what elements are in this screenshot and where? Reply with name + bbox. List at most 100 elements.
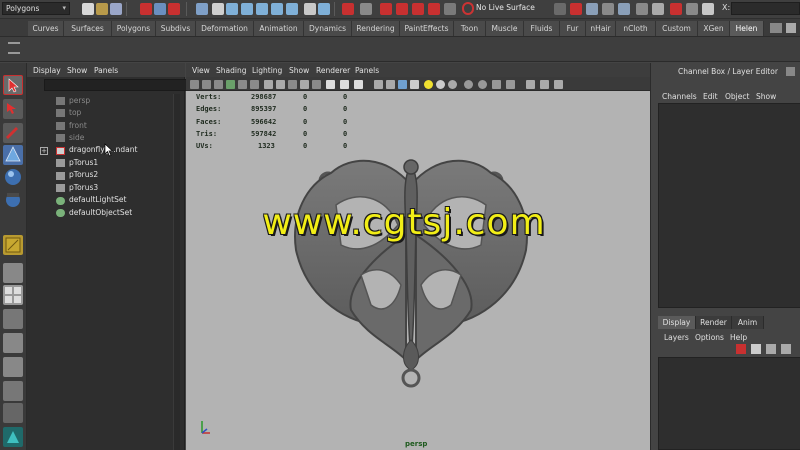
viewport-menu-panels[interactable]: Panels xyxy=(355,66,379,75)
shelf-tab[interactable]: Polygons xyxy=(112,21,156,36)
outliner-search-input[interactable] xyxy=(44,79,207,91)
outliner-scrollbar[interactable] xyxy=(173,94,180,450)
shelf-tab[interactable]: Subdivs xyxy=(156,21,196,36)
hud-toggle-icon[interactable] xyxy=(326,80,335,89)
pick-edge-icon[interactable] xyxy=(241,3,253,15)
outliner-menu-show[interactable]: Show xyxy=(67,66,87,75)
attribute-icon[interactable] xyxy=(670,3,682,15)
shelf-menu-icon[interactable] xyxy=(786,23,796,33)
new-layer-from-selection-icon[interactable] xyxy=(736,344,746,354)
pick-face-icon[interactable] xyxy=(256,3,268,15)
layout-outliner-icon[interactable] xyxy=(3,309,23,329)
gate-mask-icon[interactable] xyxy=(276,80,285,89)
viewport-menu-view[interactable]: View xyxy=(192,66,210,75)
snap-curve-icon[interactable] xyxy=(360,3,372,15)
cb-menu-object[interactable]: Object xyxy=(725,92,749,101)
new-scene-icon[interactable] xyxy=(82,3,94,15)
render-settings-icon[interactable] xyxy=(586,3,598,15)
viewport-menu-show[interactable]: Show xyxy=(289,66,309,75)
highlight-selection-icon[interactable] xyxy=(318,3,330,15)
ipr-render-icon[interactable] xyxy=(570,3,582,15)
outliner-item[interactable]: front xyxy=(69,120,87,132)
new-layer-icon[interactable] xyxy=(751,344,761,354)
outliner-item[interactable]: defaultLightSet xyxy=(69,194,126,206)
viewport-panel[interactable]: View Shading Lighting Show Renderer Pane… xyxy=(186,63,650,450)
layout-uv-icon[interactable] xyxy=(3,381,23,401)
panel-toggle-icon[interactable] xyxy=(786,67,795,76)
outliner-item[interactable]: side xyxy=(69,132,84,144)
pick-icon[interactable] xyxy=(212,3,224,15)
move-tool-icon[interactable] xyxy=(3,145,23,165)
smooth-shade-icon[interactable] xyxy=(386,80,395,89)
bookmark-icon[interactable] xyxy=(214,80,223,89)
shelf-tab[interactable]: Surfaces xyxy=(64,21,112,36)
layer-menu-options[interactable]: Options xyxy=(695,333,724,342)
shelf-tab[interactable]: Custom xyxy=(656,21,698,36)
pick-uv-icon[interactable] xyxy=(271,3,283,15)
cb-menu-show[interactable]: Show xyxy=(756,92,776,101)
layer-menu-help[interactable]: Help xyxy=(730,333,747,342)
textured-icon[interactable] xyxy=(410,80,419,89)
grid-icon[interactable] xyxy=(238,80,247,89)
save-scene-icon[interactable] xyxy=(110,3,122,15)
shelf-tab[interactable]: Curves xyxy=(28,21,64,36)
motion-blur-icon[interactable] xyxy=(478,80,487,89)
shelf-tab[interactable]: Fluids xyxy=(524,21,560,36)
modeling-toolkit-icon[interactable] xyxy=(3,427,23,447)
xray-icon[interactable] xyxy=(354,80,363,89)
open-scene-icon[interactable] xyxy=(96,3,108,15)
select-component-icon[interactable] xyxy=(168,3,180,15)
layout-hypershade-icon[interactable] xyxy=(3,357,23,377)
lasso-tool-icon[interactable] xyxy=(3,99,23,119)
wireframe-icon[interactable] xyxy=(374,80,383,89)
snap-view-plane-icon[interactable] xyxy=(396,3,408,15)
outliner-item[interactable]: persp xyxy=(69,95,90,107)
input-line-icon[interactable] xyxy=(636,3,648,15)
field-chart-icon[interactable] xyxy=(288,80,297,89)
camera-select-icon[interactable] xyxy=(190,80,199,89)
shelf-tab[interactable]: Animation xyxy=(254,21,304,36)
dragonfly-pendant-model[interactable] xyxy=(266,145,556,390)
safe-action-icon[interactable] xyxy=(300,80,309,89)
isolate-icon[interactable] xyxy=(340,80,349,89)
paint-select-tool-icon[interactable] xyxy=(3,123,23,143)
layer-down-icon[interactable] xyxy=(781,344,791,354)
wire-on-shaded-icon[interactable] xyxy=(398,80,407,89)
layout-four-icon[interactable] xyxy=(3,285,23,305)
channel-box-toggle-icon[interactable] xyxy=(702,3,714,15)
focus-icon[interactable] xyxy=(540,80,549,89)
hypershade-icon[interactable] xyxy=(602,3,614,15)
pick-vertex-icon[interactable] xyxy=(226,3,238,15)
layer-menu-layers[interactable]: Layers xyxy=(664,333,689,342)
multisample-icon[interactable] xyxy=(492,80,501,89)
outliner-item[interactable]: defaultObjectSet xyxy=(69,207,132,219)
select-object-icon[interactable] xyxy=(154,3,166,15)
layer-tab-anim[interactable]: Anim xyxy=(732,316,764,329)
script-icon[interactable] xyxy=(652,3,664,15)
cb-menu-edit[interactable]: Edit xyxy=(703,92,718,101)
layer-tab-render[interactable]: Render xyxy=(696,316,732,329)
shelf-tab-active[interactable]: Helen xyxy=(730,21,764,36)
snap-point-icon[interactable] xyxy=(380,3,392,15)
shelf-tab[interactable]: Muscle xyxy=(486,21,524,36)
make-live-icon[interactable] xyxy=(412,3,424,15)
panel-options-icon[interactable] xyxy=(554,80,563,89)
layer-up-icon[interactable] xyxy=(766,344,776,354)
layout-custom-icon[interactable] xyxy=(3,403,23,423)
outliner-menu-panels[interactable]: Panels xyxy=(94,66,118,75)
layer-tab-display[interactable]: Display xyxy=(658,316,696,329)
outliner-item[interactable]: top xyxy=(69,107,81,119)
expand-icon[interactable]: + xyxy=(40,147,48,155)
shelf-tab[interactable]: nHair xyxy=(586,21,616,36)
safe-title-icon[interactable] xyxy=(312,80,321,89)
select-camera-icon[interactable] xyxy=(526,80,535,89)
viewport-menu-shading[interactable]: Shading xyxy=(216,66,246,75)
render-view-icon[interactable] xyxy=(618,3,630,15)
camera-attr-icon[interactable] xyxy=(202,80,211,89)
select-hierarchy-icon[interactable] xyxy=(140,3,152,15)
outliner-item[interactable]: pTorus3 xyxy=(69,182,98,194)
layout-single-icon[interactable] xyxy=(3,263,23,283)
film-gate-icon[interactable] xyxy=(250,80,259,89)
x-input[interactable] xyxy=(731,2,800,15)
shelf-tab[interactable]: Fur xyxy=(560,21,586,36)
